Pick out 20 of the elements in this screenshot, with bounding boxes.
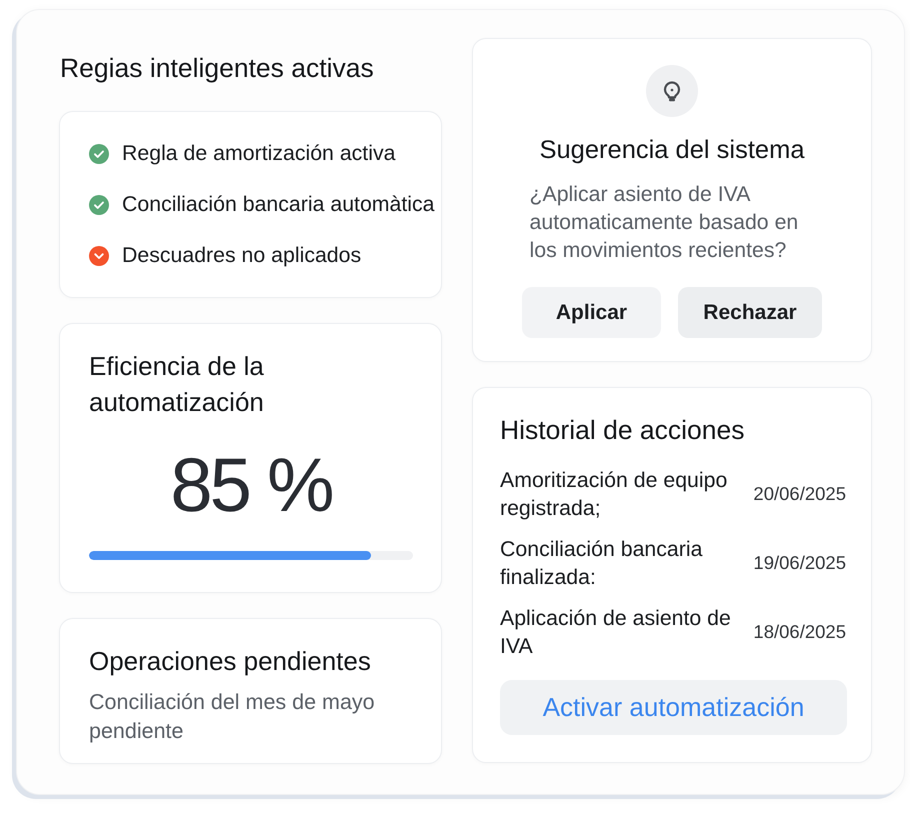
- apply-button[interactable]: Aplicar: [522, 287, 661, 338]
- history-entry: Aplicación de asiento de IVA: [500, 605, 732, 660]
- rule-label: Regla de amortización activa: [122, 140, 396, 167]
- history-date: 20/06/2025: [753, 482, 846, 506]
- history-entry: Amoritización de equipo registrada;: [500, 467, 728, 522]
- rules-heading: Regias inteligentes activas: [60, 53, 375, 83]
- lightbulb-icon: [646, 65, 698, 117]
- efficiency-value: 85 %: [169, 448, 333, 524]
- pending-title: Operaciones pendientes: [89, 646, 372, 676]
- history-date: 19/06/2025: [753, 551, 846, 576]
- rule-label: Conciliación bancaria automàtica: [122, 190, 435, 218]
- history-entry: Conciliación bancaria finalizada:: [500, 536, 704, 591]
- pending-text: Conciliación del mes de mayo pendiente: [89, 689, 376, 745]
- history-title: Historial de acciones: [500, 415, 746, 445]
- suggestion-text: ¿Aplicar asiento de IVA automaticamente basado en los movimientos recientes?: [530, 181, 800, 264]
- reject-button[interactable]: Rechazar: [678, 287, 822, 338]
- suggestion-title: Sugerencia del sistema: [538, 135, 806, 165]
- rule-label: Descuadres no aplicados: [122, 242, 362, 269]
- efficiency-title: Eficiencia de la automatización: [89, 350, 265, 419]
- history-date: 18/06/2025: [753, 620, 846, 644]
